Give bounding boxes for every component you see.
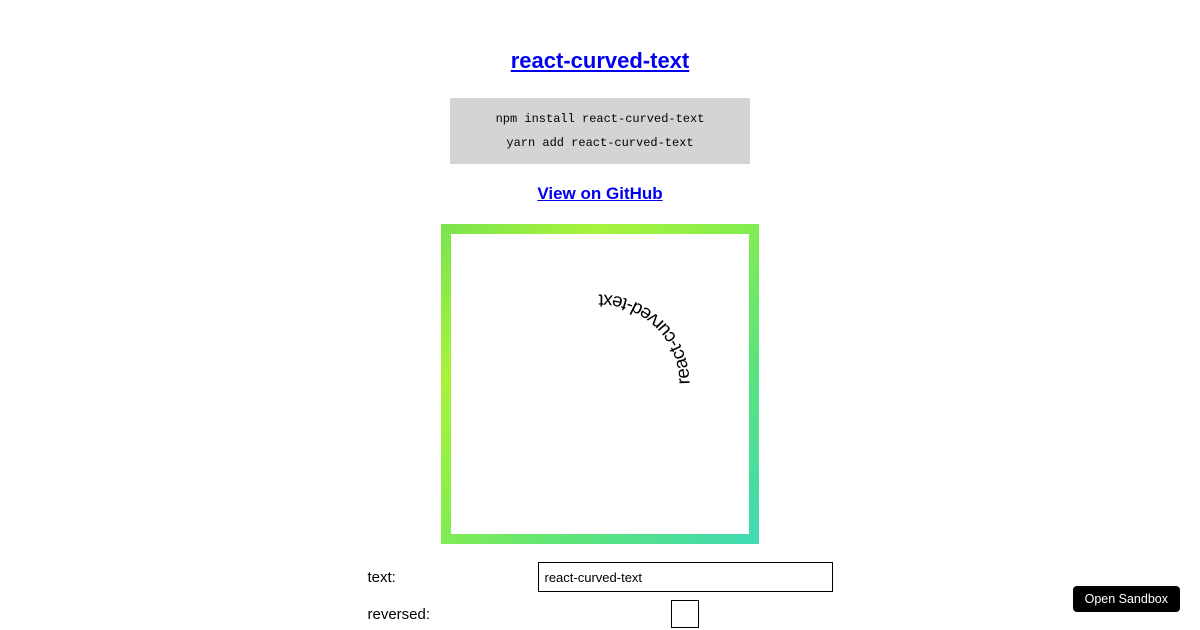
text-input[interactable] [538,562,833,592]
curved-text: react-curved-text [598,291,694,385]
reversed-checkbox[interactable] [671,600,699,628]
text-label: text: [368,569,538,586]
demo-box: react-curved-text [441,224,759,544]
title-link[interactable]: react-curved-text [511,48,690,74]
open-sandbox-button[interactable]: Open Sandbox [1073,586,1180,612]
curved-text-svg: react-curved-text [451,234,749,534]
demo-inner: react-curved-text [451,234,749,534]
reversed-label: reversed: [368,606,538,623]
github-link[interactable]: View on GitHub [537,184,662,204]
reversed-row: reversed: [368,600,833,628]
npm-install-line: npm install react-curved-text [496,112,705,126]
text-row: text: [368,562,833,592]
yarn-install-line: yarn add react-curved-text [506,136,693,150]
install-code-block: npm install react-curved-text yarn add r… [450,98,750,164]
